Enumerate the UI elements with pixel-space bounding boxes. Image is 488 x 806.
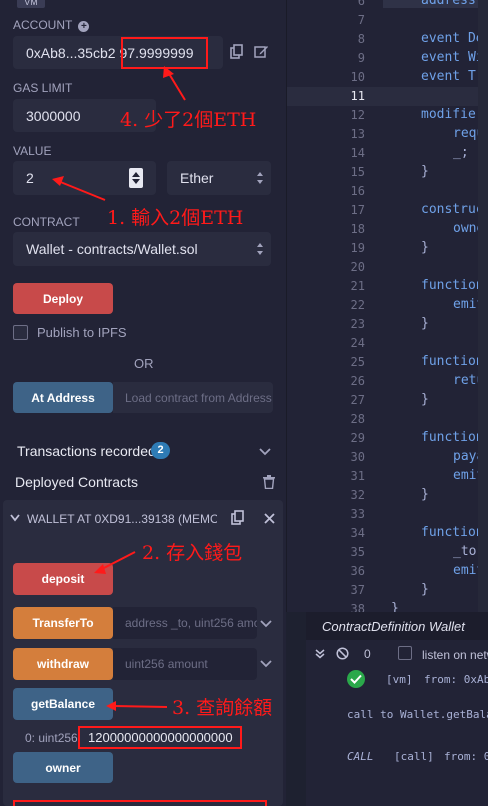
annotation-deposit: 2. 存入錢包 [142, 542, 243, 564]
annotation-input-value: 1. 輸入2個ETH [107, 207, 244, 229]
annotation-balance-drop: 4. 少了2個ETH [120, 109, 257, 131]
annotation-get-balance: 3. 查詢餘額 [172, 697, 273, 719]
remix-ide: VM ACCOUNT + 0xAb8...35cb2 97.9999999 GA… [0, 0, 488, 806]
